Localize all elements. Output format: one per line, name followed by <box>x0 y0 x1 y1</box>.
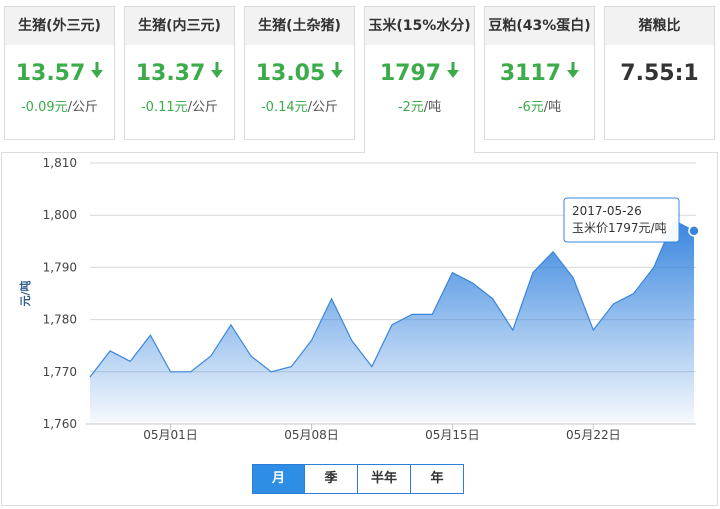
card-change-unit: /公斤 <box>67 100 99 115</box>
card-value-number: 13.57 <box>15 61 86 86</box>
price-cards: 生猪(外三元) 13.57 -0.09元/公斤 生猪(内三元) 13.37 -0.11元/… <box>0 0 720 160</box>
range-button-1[interactable]: 季 <box>305 464 358 494</box>
price-card-0[interactable]: 生猪(外三元) 13.57 -0.09元/公斤 <box>4 6 115 140</box>
card-change: -0.09元/公斤 <box>5 96 114 115</box>
tooltip-date: 2017-05-26 <box>572 204 642 218</box>
card-change-amount: -6元 <box>517 100 544 115</box>
range-button-0[interactable]: 月 <box>252 464 305 494</box>
card-change-unit: /公斤 <box>307 100 339 115</box>
card-change-unit: /吨 <box>423 100 442 115</box>
arrow-down-icon <box>447 62 460 78</box>
card-title: 猪粮比 <box>605 7 714 45</box>
card-title: 玉米(15%水分) <box>365 7 474 45</box>
y-tick-label: 1,760 <box>43 417 77 431</box>
range-button-3[interactable]: 年 <box>411 464 464 494</box>
card-change: -0.11元/公斤 <box>125 96 234 115</box>
arrow-down-icon <box>331 62 344 78</box>
y-tick-label: 1,800 <box>43 208 77 222</box>
tooltip: 2017-05-26 玉米价1797元/吨 <box>563 197 680 243</box>
card-title: 豆粕(43%蛋白) <box>485 7 594 45</box>
card-value: 3117 <box>485 61 594 86</box>
price-chart-panel: 1,760 1,770 1,780 1,790 1,800 1,810 元/吨 05月01日 0… <box>1 152 718 506</box>
card-value-number: 1797 <box>379 61 442 86</box>
card-change-unit: /公斤 <box>187 100 219 115</box>
arrow-down-icon <box>211 62 224 78</box>
card-title: 生猪(土杂猪) <box>245 7 354 45</box>
x-tick-label: 05月08日 <box>284 428 339 442</box>
card-change-amount: -0.11元 <box>140 100 188 115</box>
card-change-unit: /吨 <box>543 100 562 115</box>
card-change: -6元/吨 <box>485 96 594 115</box>
price-card-5[interactable]: 猪粮比 7.55:1 <box>604 6 715 140</box>
card-value-number: 3117 <box>499 61 562 86</box>
card-value: 13.37 <box>125 61 234 86</box>
card-value: 1797 <box>365 61 474 86</box>
y-tick-label: 1,770 <box>43 365 77 379</box>
tooltip-label: 玉米价1797元/吨 <box>572 221 667 235</box>
card-change: -0.14元/公斤 <box>245 96 354 115</box>
card-change-amount: -2元 <box>397 100 424 115</box>
card-change: -2元/吨 <box>365 96 474 115</box>
card-title: 生猪(内三元) <box>125 7 234 45</box>
price-card-3[interactable]: 玉米(15%水分) 1797 -2元/吨 <box>364 6 475 153</box>
card-title: 生猪(外三元) <box>5 7 114 45</box>
card-value: 13.05 <box>245 61 354 86</box>
x-tick-label: 05月15日 <box>425 428 480 442</box>
price-card-4[interactable]: 豆粕(43%蛋白) 3117 -6元/吨 <box>484 6 595 140</box>
arrow-down-icon <box>567 62 580 78</box>
card-value-number: 7.55:1 <box>620 61 699 86</box>
card-change-amount: -0.14元 <box>260 100 308 115</box>
corn-price-chart: 1,760 1,770 1,780 1,790 1,800 1,810 元/吨 05月01日 0… <box>18 156 700 442</box>
card-value-number: 13.37 <box>135 61 206 86</box>
y-tick-label: 1,790 <box>43 260 77 274</box>
x-tick-label: 05月22日 <box>566 428 621 442</box>
y-tick-label: 1,780 <box>43 313 77 327</box>
y-tick-label: 1,810 <box>43 156 77 170</box>
card-value: 7.55:1 <box>605 61 714 86</box>
price-card-2[interactable]: 生猪(土杂猪) 13.05 -0.14元/公斤 <box>244 6 355 140</box>
card-value-number: 13.05 <box>255 61 326 86</box>
x-tick-label: 05月01日 <box>143 428 198 442</box>
price-card-1[interactable]: 生猪(内三元) 13.37 -0.11元/公斤 <box>124 6 235 140</box>
arrow-down-icon <box>91 62 104 78</box>
range-button-2[interactable]: 半年 <box>358 464 411 494</box>
highlight-point <box>688 225 700 237</box>
card-value: 13.57 <box>5 61 114 86</box>
card-change-amount: -0.09元 <box>20 100 68 115</box>
range-selector: 月季半年年 <box>252 464 464 494</box>
series-area <box>90 220 694 424</box>
y-axis-label: 元/吨 <box>18 280 32 306</box>
